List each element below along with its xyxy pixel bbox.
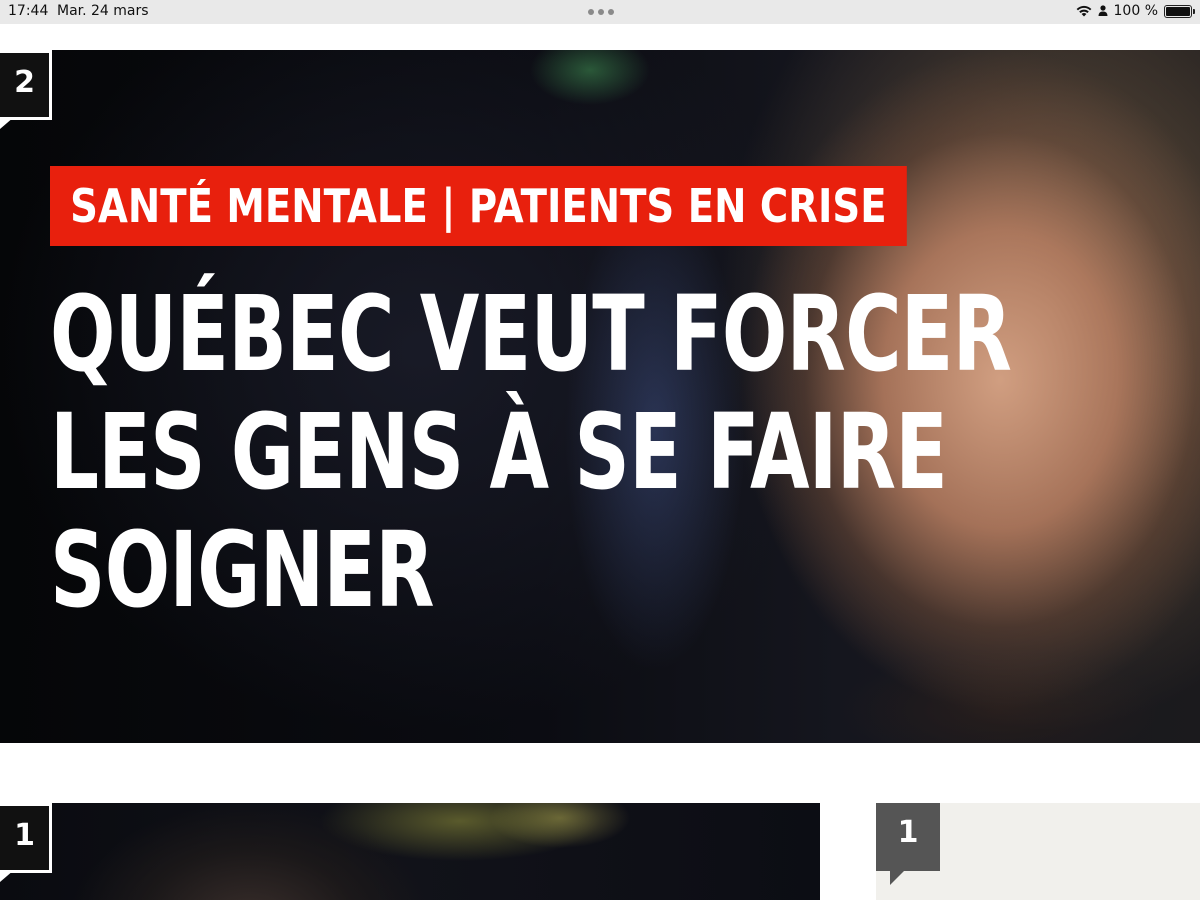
article-kicker: SANTÉ MENTALE | PATIENTS EN CRISE [50,166,907,246]
headline-line: QUÉBEC VEUT FORCER [50,273,1012,395]
rank-badge: 1 [0,803,52,882]
person-icon [1098,5,1108,16]
hero-article[interactable]: 2 SANTÉ MENTALE | PATIENTS EN CRISE QUÉB… [0,50,1200,743]
article-headline[interactable]: QUÉBEC VEUT FORCER LES GENS À SE FAIRE S… [50,273,1012,631]
headline-line: SOIGNER [50,509,434,631]
headline-line: LES GENS À SE FAIRE [50,391,948,513]
wifi-icon [1076,5,1091,17]
battery-full-icon [1164,4,1195,18]
status-bar: 17:44 Mar. 24 mars 100 % [0,0,1200,24]
status-time: 17:44 [8,3,49,19]
article-card[interactable]: 1 [876,803,1200,900]
status-date: Mar. 24 mars [57,3,149,19]
article-card[interactable]: 1 [0,803,820,900]
battery-percent: 100 % [1113,3,1158,19]
rank-badge: 2 [0,50,52,129]
status-indicators: 100 % [1076,3,1195,19]
multitasking-dots-icon[interactable] [588,9,614,15]
rank-badge: 1 [876,803,940,885]
